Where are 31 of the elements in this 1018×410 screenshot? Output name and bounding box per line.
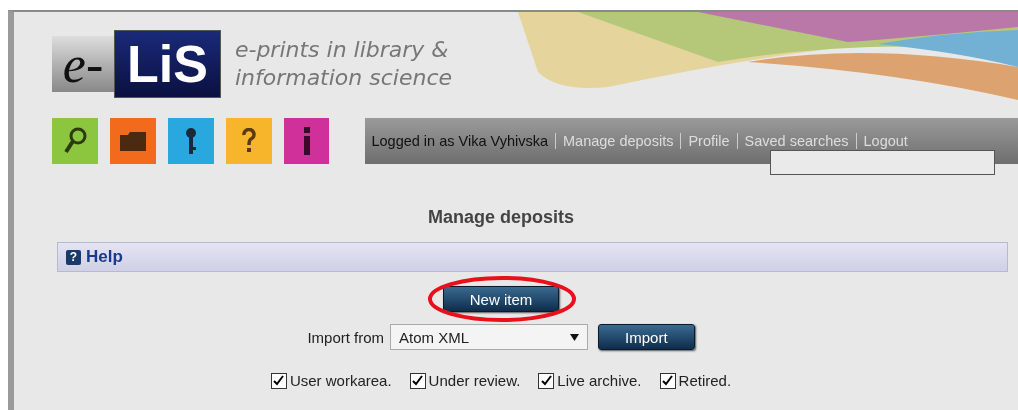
format-dropdown[interactable]: Atom XML bbox=[390, 324, 589, 350]
help-label: Help bbox=[86, 247, 123, 267]
checkbox[interactable] bbox=[270, 372, 287, 389]
nav-tile[interactable] bbox=[283, 118, 330, 164]
caret-icon bbox=[570, 333, 580, 341]
new-item-button[interactable]: New item bbox=[442, 286, 560, 312]
info-icon bbox=[302, 127, 311, 155]
import-button[interactable]: Import bbox=[598, 324, 695, 350]
filter-checkbox[interactable]: Live archive. bbox=[538, 372, 642, 389]
help-bar[interactable]: ? Help bbox=[57, 242, 1008, 272]
nav-tile[interactable] bbox=[52, 118, 98, 164]
filter-checkbox[interactable]: User workarea. bbox=[270, 372, 392, 389]
site-tagline: e-prints in library & information science bbox=[234, 36, 453, 92]
search-icon bbox=[62, 127, 87, 155]
import-label: Import from bbox=[307, 328, 385, 346]
elis-logo: e- LiS bbox=[52, 30, 221, 98]
checkbox[interactable] bbox=[538, 372, 555, 389]
key-icon bbox=[184, 127, 197, 155]
filter-checkbox[interactable]: Under review. bbox=[409, 372, 521, 389]
filter-checkbox[interactable]: Retired. bbox=[659, 372, 732, 389]
folder-icon bbox=[119, 131, 146, 151]
checkbox[interactable] bbox=[409, 372, 426, 389]
nav-tile[interactable] bbox=[225, 118, 272, 164]
nav-tile[interactable] bbox=[109, 118, 156, 164]
checkbox[interactable] bbox=[659, 372, 676, 389]
question-mark-icon bbox=[241, 128, 256, 154]
login-status: Logged in as Vika Vyhivska bbox=[371, 133, 549, 149]
page-title: Manage deposits bbox=[427, 207, 575, 228]
search-field[interactable] bbox=[770, 150, 996, 175]
nav-tile[interactable] bbox=[167, 118, 214, 164]
help-icon: ? bbox=[66, 249, 81, 265]
